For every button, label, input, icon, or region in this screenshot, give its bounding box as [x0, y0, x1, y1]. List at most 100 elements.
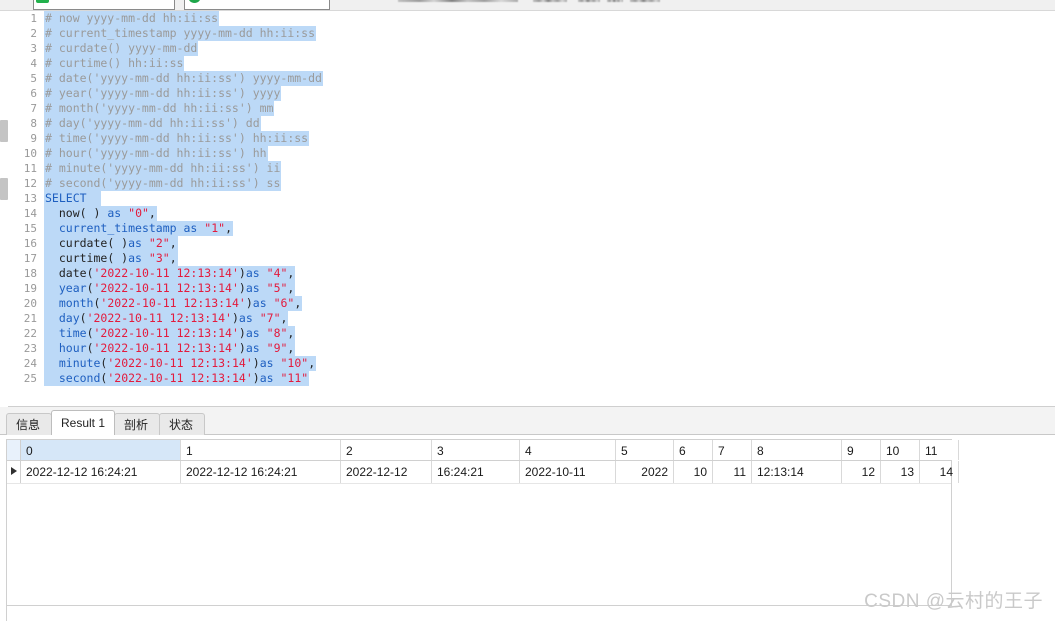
tab-profile[interactable]: 剖析	[114, 413, 160, 435]
toolbar-button-group-explain[interactable]	[578, 0, 600, 2]
column-header[interactable]: 3	[432, 440, 520, 460]
code-line-text[interactable]: # minute('yyyy-mm-dd hh:ii:ss') ii	[44, 161, 282, 176]
column-header[interactable]: 1	[181, 440, 341, 460]
code-line[interactable]: 5 # date('yyyy-mm-dd hh:ii:ss') yyyy-mm-d…	[8, 71, 1055, 86]
toolbar-combobox-connection[interactable]	[184, 0, 330, 10]
code-line-text[interactable]: time('2022-10-11 12:13:14')as "8",	[44, 326, 296, 341]
tab-result-1[interactable]: Result 1	[51, 410, 115, 435]
code-line-text[interactable]: # day('yyyy-mm-dd hh:ii:ss') dd	[44, 116, 261, 131]
column-header[interactable]: 5	[616, 440, 674, 460]
table-cell[interactable]: 10	[674, 461, 713, 483]
code-line[interactable]: 13 SELECT	[8, 191, 1055, 206]
code-area[interactable]: 1 # now yyyy-mm-dd hh:ii:ss 2 # current_tim…	[8, 11, 1055, 406]
grid-corner-cell[interactable]	[7, 440, 21, 460]
tab-info[interactable]: 信息	[6, 413, 52, 435]
code-line[interactable]: 24 minute('2022-10-11 12:13:14')as "10",	[8, 356, 1055, 371]
toolbar-combobox-database[interactable]	[33, 0, 175, 10]
code-line-text[interactable]: curdate( )as "2",	[44, 236, 178, 251]
code-line[interactable]: 21 day('2022-10-11 12:13:14')as "7",	[8, 311, 1055, 326]
code-line-text[interactable]: date('2022-10-11 12:13:14')as "4",	[44, 266, 296, 281]
code-line[interactable]: 22 time('2022-10-11 12:13:14')as "8",	[8, 326, 1055, 341]
row-marker[interactable]	[7, 461, 21, 483]
code-line-text[interactable]: curtime( )as "3",	[44, 251, 178, 266]
code-line-text[interactable]: day('2022-10-11 12:13:14')as "7",	[44, 311, 289, 326]
code-line[interactable]: 25 second('2022-10-11 12:13:14')as "11"	[8, 371, 1055, 386]
tab-status[interactable]: 状态	[159, 413, 205, 435]
editor-vertical-scrollbar[interactable]	[0, 11, 8, 407]
table-cell[interactable]: 11	[713, 461, 752, 483]
column-header[interactable]: 4	[520, 440, 616, 460]
column-header[interactable]: 0	[21, 440, 181, 460]
scrollbar-thumb-lower[interactable]	[0, 178, 8, 200]
column-header[interactable]: 11	[920, 440, 959, 460]
table-cell[interactable]: 12:13:14	[752, 461, 842, 483]
toolbar-button-group-stop[interactable]	[533, 0, 567, 2]
code-line-text[interactable]: hour('2022-10-11 12:13:14')as "9",	[44, 341, 296, 356]
code-token: as	[238, 311, 253, 325]
column-header[interactable]: 2	[341, 440, 432, 460]
code-line-text[interactable]: # date('yyyy-mm-dd hh:ii:ss') yyyy-mm-dd	[44, 71, 323, 86]
code-line[interactable]: 8 # day('yyyy-mm-dd hh:ii:ss') dd	[8, 116, 1055, 131]
code-line[interactable]: 1 # now yyyy-mm-dd hh:ii:ss	[8, 11, 1055, 26]
code-line[interactable]: 6 # year('yyyy-mm-dd hh:ii:ss') yyyy	[8, 86, 1055, 101]
code-line[interactable]: 4 # curtime() hh:ii:ss	[8, 56, 1055, 71]
table-row[interactable]: 2022-12-12 16:24:21 2022-12-12 16:24:21 20…	[7, 461, 959, 483]
code-line-text[interactable]: # now yyyy-mm-dd hh:ii:ss	[44, 11, 220, 26]
code-line-text[interactable]: now( ) as "0",	[44, 206, 157, 221]
result-grid-rows[interactable]: 2022-12-12 16:24:21 2022-12-12 16:24:21 20…	[7, 461, 959, 483]
code-line[interactable]: 2 # current_timestamp yyyy-mm-dd hh:ii:ss	[8, 26, 1055, 41]
table-cell[interactable]: 2022-12-12 16:24:21	[181, 461, 341, 483]
table-cell[interactable]: 13	[881, 461, 920, 483]
code-line[interactable]: 10 # hour('yyyy-mm-dd hh:ii:ss') hh	[8, 146, 1055, 161]
table-cell[interactable]: 16:24:21	[432, 461, 520, 483]
code-line-text[interactable]: current_timestamp as "1",	[44, 221, 234, 236]
code-line[interactable]: 11 # minute('yyyy-mm-dd hh:ii:ss') ii	[8, 161, 1055, 176]
code-line-text[interactable]: month('2022-10-11 12:13:14')as "6",	[44, 296, 303, 311]
code-line-text[interactable]: # year('yyyy-mm-dd hh:ii:ss') yyyy	[44, 86, 282, 101]
code-line[interactable]: 14 now( ) as "0",	[8, 206, 1055, 221]
code-line[interactable]: 16 curdate( )as "2",	[8, 236, 1055, 251]
code-line[interactable]: 18 date('2022-10-11 12:13:14')as "4",	[8, 266, 1055, 281]
table-cell[interactable]: 2022	[616, 461, 674, 483]
sql-editor[interactable]: 1 # now yyyy-mm-dd hh:ii:ss 2 # current_tim…	[0, 11, 1055, 407]
toolbar-button-group-run[interactable]	[398, 0, 518, 2]
code-line-text[interactable]: # current_timestamp yyyy-mm-dd hh:ii:ss	[44, 26, 317, 41]
column-header[interactable]: 10	[881, 440, 920, 460]
column-header[interactable]: 9	[842, 440, 881, 460]
code-line[interactable]: 23 hour('2022-10-11 12:13:14')as "9",	[8, 341, 1055, 356]
code-line-text[interactable]: # curtime() hh:ii:ss	[44, 56, 185, 71]
code-line-text[interactable]: # hour('yyyy-mm-dd hh:ii:ss') hh	[44, 146, 268, 161]
column-header[interactable]: 8	[752, 440, 842, 460]
table-cell[interactable]: 2022-12-12 16:24:21	[21, 461, 181, 483]
code-line-text[interactable]: minute('2022-10-11 12:13:14')as "10",	[44, 356, 317, 371]
code-line-text[interactable]: # time('yyyy-mm-dd hh:ii:ss') hh:ii:ss	[44, 131, 310, 146]
code-line[interactable]: 17 curtime( )as "3",	[8, 251, 1055, 266]
toolbar-button-group-misc[interactable]	[630, 0, 660, 2]
code-line[interactable]: 19 year('2022-10-11 12:13:14')as "5",	[8, 281, 1055, 296]
code-line[interactable]: 3 # curdate() yyyy-mm-dd	[8, 41, 1055, 56]
code-line-text[interactable]: # month('yyyy-mm-dd hh:ii:ss') mm	[44, 101, 275, 116]
line-number: 19	[23, 282, 37, 295]
code-line[interactable]: 7 # month('yyyy-mm-dd hh:ii:ss') mm	[8, 101, 1055, 116]
table-cell[interactable]: 12	[842, 461, 881, 483]
code-line[interactable]: 9 # time('yyyy-mm-dd hh:ii:ss') hh:ii:ss	[8, 131, 1055, 146]
column-header[interactable]: 6	[674, 440, 713, 460]
code-line-text[interactable]: year('2022-10-11 12:13:14')as "5",	[44, 281, 296, 296]
code-line-text[interactable]: second('2022-10-11 12:13:14')as "11"	[44, 371, 310, 386]
code-line[interactable]: 15 current_timestamp as "1",	[8, 221, 1055, 236]
code-line[interactable]: 20 month('2022-10-11 12:13:14')as "6",	[8, 296, 1055, 311]
result-grid[interactable]: 0 1 2 3 4 5 6 7 8 9 10 11 2022-12-12 16:24:21 2022-1…	[6, 439, 959, 606]
table-cell[interactable]: 14	[920, 461, 959, 483]
toolbar-button-group-format[interactable]	[607, 0, 623, 2]
table-cell[interactable]: 2022-12-12	[341, 461, 432, 483]
code-line-text[interactable]: # curdate() yyyy-mm-dd	[44, 41, 199, 56]
code-line-text[interactable]: # second('yyyy-mm-dd hh:ii:ss') ss	[44, 176, 282, 191]
scrollbar-thumb-upper[interactable]	[0, 120, 8, 142]
code-line[interactable]: 12 # second('yyyy-mm-dd hh:ii:ss') ss	[8, 176, 1055, 191]
table-cell[interactable]: 2022-10-11	[520, 461, 616, 483]
code-line-text[interactable]: SELECT	[44, 191, 102, 206]
add-icon[interactable]: +	[342, 0, 347, 3]
column-header[interactable]: 7	[713, 440, 752, 460]
code-token: # time('yyyy-mm-dd hh:ii:ss') hh:ii:ss	[45, 131, 309, 145]
